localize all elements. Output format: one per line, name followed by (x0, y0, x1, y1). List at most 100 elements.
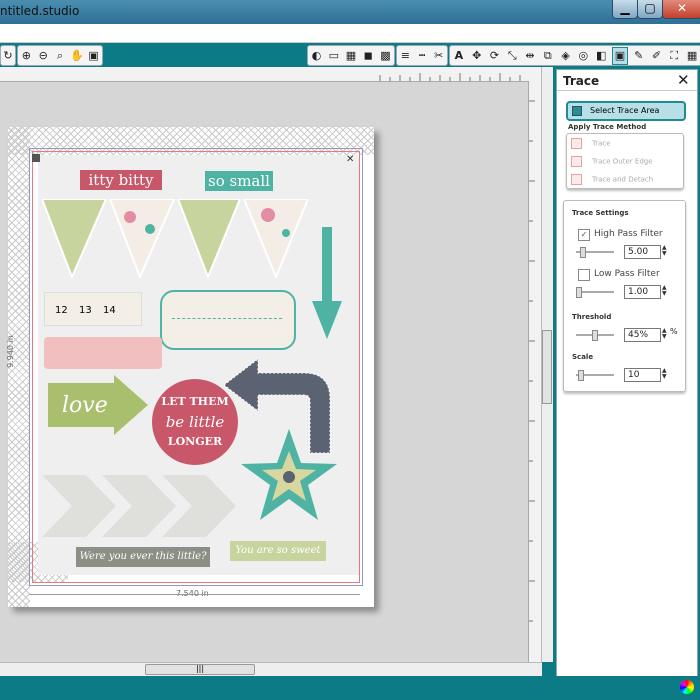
pan-icon[interactable]: ✋ (70, 48, 84, 64)
minimize-button[interactable]: ▁ (612, 0, 638, 19)
sticker-itty-bitty: itty bitty (80, 170, 162, 190)
toolbar: ↻ ⊕ ⊖ ⌕ ✋ ▣ ◐ ▭ ▦ ◼ ▩ ≡ ┅ ✂ A ✥ ⟳ ⤡ ⇹ ⧉ … (0, 43, 700, 67)
eraser-icon[interactable]: ✐ (649, 48, 664, 64)
label-frame-sticker (160, 290, 296, 350)
panel-title: Trace (563, 74, 600, 88)
down-arrow-sticker (312, 227, 342, 339)
cutting-mat-page[interactable]: ✕ itty bitty so small 12 13 14 love LET … (5, 127, 374, 607)
slider-knob[interactable] (578, 370, 584, 381)
trace-settings-label: Trace Settings (572, 209, 629, 217)
height-dimension: 9.940 in (5, 335, 15, 368)
slider-knob[interactable] (576, 287, 582, 298)
replicate-icon[interactable]: ⧉ (540, 48, 555, 64)
toolbar-group-tools: A ✥ ⟳ ⤡ ⇹ ⧉ ◈ ◎ ◧ ▣ ✎ ✐ ⛶ ▦ (449, 45, 700, 66)
panel-divider (557, 90, 697, 91)
scale-spinner[interactable]: ▲ ▼ (662, 368, 667, 380)
scale-icon[interactable]: ⤡ (505, 48, 520, 64)
threshold-slider[interactable] (576, 330, 614, 341)
slider-knob[interactable] (580, 247, 586, 258)
ruler-sticker: 12 13 14 (44, 292, 142, 326)
zoom-out-icon[interactable]: ⊖ (36, 48, 50, 64)
scale-value-input[interactable]: 10 (624, 368, 661, 382)
toolbar-group-refresh: ↻ (0, 45, 16, 66)
sticker-so-small: so small (205, 171, 273, 191)
ruler-number: 12 (55, 305, 68, 316)
zoom-select-icon[interactable]: ⌕ (53, 48, 67, 64)
color-wheel-icon[interactable] (680, 680, 694, 694)
menu-strip (0, 24, 700, 43)
trace-method-detach[interactable]: Trace and Detach (571, 174, 653, 185)
move-icon[interactable]: ✥ (469, 48, 484, 64)
horizontal-ruler (0, 67, 542, 82)
select-trace-area-button[interactable]: Select Trace Area (566, 101, 686, 121)
high-pass-value-input[interactable]: 5.00 (624, 245, 661, 259)
trace-method-label: Trace (592, 139, 611, 148)
low-pass-spinner[interactable]: ▲ ▼ (662, 285, 667, 297)
width-dimension-line (30, 594, 360, 595)
toolbar-group-zoom: ⊕ ⊖ ⌕ ✋ ▣ (17, 45, 103, 66)
trace-method-label: Trace and Detach (592, 175, 654, 184)
low-pass-value-input[interactable]: 1.00 (624, 285, 661, 299)
page-setup-icon[interactable]: ▭ (327, 48, 341, 64)
threshold-spinner[interactable]: ▲ ▼ (662, 328, 667, 340)
high-pass-filter-label: High Pass Filter (594, 229, 663, 239)
grid-icon[interactable]: ▦ (344, 48, 358, 64)
refresh-icon[interactable]: ↻ (3, 48, 14, 64)
cut-settings-icon[interactable]: ▩ (378, 48, 392, 64)
high-pass-filter-checkbox[interactable]: ✓ (578, 229, 590, 241)
text-icon[interactable]: A (452, 48, 467, 64)
apply-trace-method-label: Apply Trace Method (568, 123, 647, 131)
registration-icon[interactable]: ◼ (361, 48, 375, 64)
toolbar-group-page: ◐ ▭ ▦ ◼ ▩ (307, 45, 395, 66)
corner-mark: ✕ (346, 154, 355, 165)
maximize-button[interactable]: ▢ (637, 0, 663, 19)
vertical-scroll-thumb[interactable] (542, 330, 552, 404)
slider-knob[interactable] (592, 330, 598, 341)
dash-icon[interactable]: ┅ (415, 48, 429, 64)
low-pass-slider[interactable] (576, 287, 614, 298)
horizontal-scrollbar[interactable] (0, 662, 542, 677)
page-icon[interactable]: ▣ (611, 46, 629, 65)
fullscreen-icon[interactable]: ⛶ (667, 48, 682, 64)
knife-icon[interactable]: ✂ (432, 48, 446, 64)
washi-tape-sticker (44, 337, 162, 369)
threshold-unit: % (670, 327, 678, 336)
trace-settings-box: Trace Settings ✓ High Pass Filter 5.00 ▲… (563, 200, 686, 392)
select-trace-area-label: Select Trace Area (590, 106, 660, 115)
offset-icon[interactable]: ◎ (576, 48, 591, 64)
fit-page-icon[interactable]: ▣ (87, 48, 101, 64)
panel-close-icon[interactable]: ✕ (677, 71, 690, 89)
trace-panel: Trace ✕ Select Trace Area Apply Trace Me… (556, 69, 698, 677)
trace-outer-edge-icon (571, 156, 582, 167)
line-style-icon[interactable]: ≡ (399, 48, 413, 64)
pencil-icon[interactable]: ✎ (631, 48, 646, 64)
toolbar-group-line: ≡ ┅ ✂ (396, 45, 448, 66)
horizontal-scroll-thumb[interactable]: ||| (145, 664, 255, 675)
trace-method-box: Trace Trace Outer Edge Trace and Detach (566, 133, 684, 189)
fill-icon[interactable]: ◐ (310, 48, 324, 64)
title-bar: ntitled.studio ▁ ▢ ✕ (0, 0, 700, 24)
high-pass-spinner[interactable]: ▲ ▼ (662, 245, 667, 257)
trace-detach-icon (571, 174, 582, 185)
scale-label: Scale (572, 353, 594, 361)
trace-method-trace[interactable]: Trace (571, 138, 611, 149)
rotate-icon[interactable]: ⟳ (487, 48, 502, 64)
mirror-icon[interactable]: ⇹ (523, 48, 538, 64)
trace-icon (571, 138, 582, 149)
zoom-in-icon[interactable]: ⊕ (20, 48, 34, 64)
close-button[interactable]: ✕ (662, 0, 700, 19)
low-pass-filter-checkbox[interactable] (578, 269, 590, 281)
threshold-value-input[interactable]: 45% (624, 328, 661, 342)
scale-slider[interactable] (576, 370, 614, 381)
weld-icon[interactable]: ◧ (594, 48, 609, 64)
grid-view-icon[interactable]: ▦ (685, 48, 700, 64)
bunting-banner (42, 199, 310, 280)
trace-method-outer-edge[interactable]: Trace Outer Edge (571, 156, 653, 167)
select-area-icon (572, 106, 582, 116)
trace-icon[interactable]: ◈ (558, 48, 573, 64)
high-pass-slider[interactable] (576, 247, 614, 258)
star-sticker (241, 429, 337, 520)
ruler-number: 13 (79, 305, 92, 316)
low-pass-filter-label: Low Pass Filter (594, 269, 660, 279)
threshold-label: Threshold (572, 313, 612, 321)
